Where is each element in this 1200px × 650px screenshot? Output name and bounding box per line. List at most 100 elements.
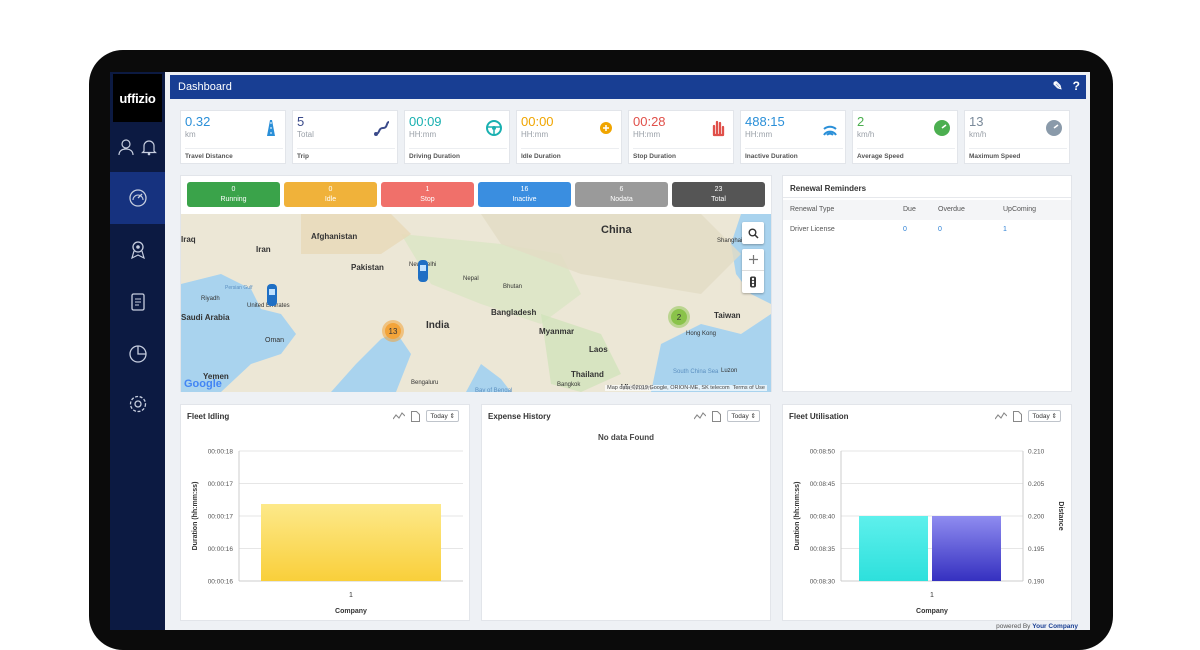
map-label: Bengaluru <box>411 380 438 386</box>
company-link[interactable]: Your Company <box>1032 623 1078 630</box>
bar-company-1[interactable] <box>261 504 441 581</box>
map-label: Saudi Arabia <box>181 313 230 322</box>
stat-label: Trip <box>297 148 395 160</box>
stat-value: 00:09 <box>409 114 442 129</box>
bar-distance-company-1[interactable] <box>932 516 1001 581</box>
vehicle-marker-uae[interactable] <box>267 284 277 306</box>
status-count: 6 <box>619 186 624 193</box>
footer-credit: powered By Your Company <box>996 623 1078 630</box>
y-tick-label: 00:08:30 <box>810 579 836 586</box>
stat-unit: km/h <box>969 130 987 139</box>
stat-card[interactable]: 5 Total Trip <box>292 110 398 164</box>
stat-card[interactable]: 13 km/h Maximum Speed <box>964 110 1070 164</box>
sidebar-item-analytics[interactable] <box>110 328 165 380</box>
stat-card[interactable]: 2 km/h Average Speed <box>852 110 958 164</box>
table-row: Driver License 0 0 1 <box>783 220 1071 240</box>
vehicle-marker-delhi[interactable] <box>418 260 428 282</box>
fleet-utilisation-panel: Fleet Utilisation Today ⇕ 00:08:50 00:08:… <box>782 404 1072 621</box>
y2-tick-label: 0.195 <box>1028 546 1045 553</box>
table-cell: Driver License <box>790 226 835 233</box>
status-label: Running <box>220 196 247 203</box>
x-axis-label: Company <box>335 608 367 615</box>
y2-tick-label: 0.210 <box>1028 449 1045 456</box>
column-header: UpComing <box>1003 206 1037 213</box>
map-label: Luzon <box>721 368 737 374</box>
map-traffic-button[interactable] <box>742 271 764 293</box>
table-cell[interactable]: 1 <box>1003 226 1007 233</box>
pie-chart-icon <box>128 345 147 363</box>
table-cell[interactable]: 0 <box>938 226 942 233</box>
gauge-icon <box>128 189 147 207</box>
stat-label: Average Speed <box>857 148 955 160</box>
edit-icon[interactable]: ✎ <box>1053 79 1063 93</box>
page-title: Dashboard <box>178 81 232 93</box>
stat-unit: HH:mm <box>633 130 661 139</box>
stat-label: Driving Duration <box>409 148 507 160</box>
status-filter-inactive[interactable]: 16 Inactive <box>478 182 571 207</box>
export-icon[interactable] <box>712 410 722 422</box>
y2-tick-label: 0.205 <box>1028 481 1045 488</box>
column-header: Overdue <box>938 206 965 213</box>
x-axis-label: Company <box>916 608 948 615</box>
route-icon <box>374 121 390 136</box>
sidebar-item-settings[interactable] <box>110 378 165 430</box>
map-label: Bhutan <box>503 284 522 290</box>
status-filter-idle[interactable]: 0 Idle <box>284 182 377 207</box>
settings-icon <box>129 395 146 413</box>
map-layers-button[interactable] <box>742 249 764 271</box>
user-icon[interactable] <box>117 138 135 161</box>
app-logo[interactable]: uffizio <box>113 74 162 122</box>
line-chart-icon[interactable] <box>393 411 406 421</box>
status-label: Idle <box>324 196 337 203</box>
table-header: Renewal Type Due Overdue UpComing <box>783 200 1071 220</box>
export-icon[interactable] <box>1013 410 1023 422</box>
period-select[interactable]: Today ⇕ <box>1028 410 1061 422</box>
stat-card[interactable]: 00:00 HH:mm Idle Duration <box>516 110 622 164</box>
x-tick-label: 1 <box>930 592 934 599</box>
status-count: 0 <box>231 186 236 193</box>
stat-label: Idle Duration <box>521 148 619 160</box>
y-tick-label: 00:08:40 <box>810 514 836 521</box>
period-select[interactable]: Today ⇕ <box>727 410 760 422</box>
bar-duration-company-1[interactable] <box>859 516 928 581</box>
signal-icon <box>823 125 837 136</box>
sidebar-item-tracking[interactable] <box>110 224 165 276</box>
idle-icon <box>600 122 612 134</box>
map-cluster-marker[interactable]: 2 <box>677 313 682 322</box>
stat-card[interactable]: 00:28 HH:mm Stop Duration <box>628 110 734 164</box>
status-filter-total[interactable]: 23 Total <box>672 182 765 207</box>
expense-history-panel: Expense History Today ⇕ No data Found <box>481 404 771 621</box>
status-filter-nodata[interactable]: 6 Nodata <box>575 182 668 207</box>
table-cell[interactable]: 0 <box>903 226 907 233</box>
vehicle-status-bar: 0 Running 0 Idle 1 Stop 16 Inactive 6 Nodata 23 Tot… <box>187 182 765 208</box>
map-tool-stack <box>742 249 764 293</box>
stat-value: 13 <box>969 114 984 129</box>
fleet-idling-chart: 00:00:18 00:00:17 00:00:17 00:00:16 00:00:16… <box>192 449 463 615</box>
sidebar-item-reports[interactable] <box>110 276 165 328</box>
stat-card[interactable]: 00:09 HH:mm Driving Duration <box>404 110 510 164</box>
status-count: 0 <box>328 186 333 193</box>
export-icon[interactable] <box>411 410 421 422</box>
bell-icon[interactable] <box>140 138 158 161</box>
terms-link[interactable]: Terms of Use <box>733 385 765 391</box>
road-icon <box>267 120 275 136</box>
y-tick-label: 00:08:50 <box>810 449 836 456</box>
status-filter-running[interactable]: 0 Running <box>187 182 280 207</box>
line-chart-icon[interactable] <box>995 411 1008 421</box>
sidebar-item-dashboard[interactable] <box>110 172 165 224</box>
stat-card[interactable]: 0.32 km Travel Distance <box>180 110 286 164</box>
y-tick-label: 00:08:45 <box>810 481 836 488</box>
period-select[interactable]: Today ⇕ <box>426 410 459 422</box>
status-filter-stop[interactable]: 1 Stop <box>381 182 474 207</box>
map-view[interactable]: China Afghanistan Iran Pakistan New Delhi Nep… <box>181 214 771 392</box>
line-chart-icon[interactable] <box>694 411 707 421</box>
map-search-button[interactable] <box>742 222 764 244</box>
x-tick-label: 1 <box>349 592 353 599</box>
map-cluster-marker[interactable]: 13 <box>389 327 398 336</box>
stat-card[interactable]: 488:15 HH:mm Inactive Duration <box>740 110 846 164</box>
map-label: Thailand <box>571 370 604 379</box>
stat-value: 00:28 <box>633 114 666 129</box>
traffic-light-icon <box>750 276 756 288</box>
help-icon[interactable]: ? <box>1073 79 1080 93</box>
status-label: Nodata <box>610 196 633 203</box>
